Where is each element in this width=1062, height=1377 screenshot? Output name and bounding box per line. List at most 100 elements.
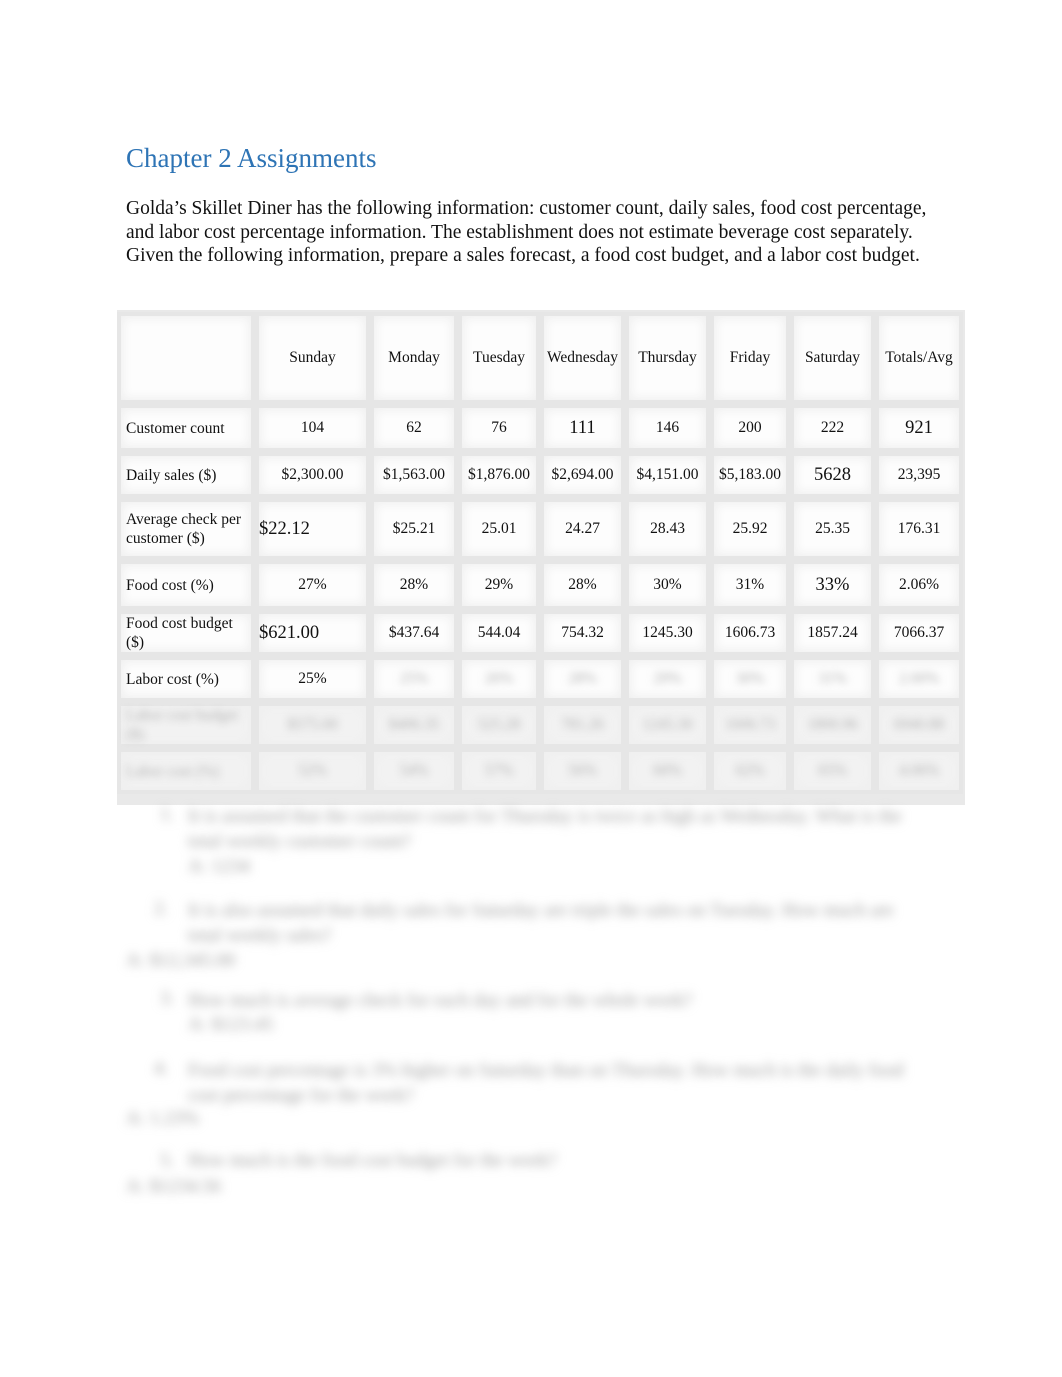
table-cell: $22.12 [255,498,370,560]
blurred-value: 28% [568,670,597,687]
blurred-value: 1606.73 [724,716,776,733]
table-cell: $406.35 [370,702,458,748]
table-cell: 24.27 [540,498,625,560]
row-label: Labor cost (%) [117,748,255,794]
question-text: It is assumed that the customer count fo… [188,806,902,852]
table-cell: 921 [875,404,963,452]
table-cell: 28% [540,656,625,702]
table-row-average-check: Average check per customer ($) $22.12 $2… [117,498,963,560]
blurred-value: 26% [484,670,514,687]
table-cell: 200 [710,404,790,452]
table-cell: 28% [370,560,458,610]
blurred-value: 29% [653,670,682,687]
row-label: Customer count [117,404,255,452]
table-cell: 31% [790,656,875,702]
question-answer: A: $123.45 [188,1014,274,1035]
question-text: How much is the food cost budget for the… [188,1150,557,1171]
table-cell: $437.64 [370,610,458,656]
header-cell-totals: Totals/Avg [875,312,963,404]
blurred-value: $575.00 [287,716,338,733]
blurred-value: 525.28 [477,716,521,733]
blurred-value: 1800.96 [807,716,858,733]
table-cell: 29% [458,560,540,610]
header-cell-friday: Friday [710,312,790,404]
table-cell: 222 [790,404,875,452]
header-cell-tuesday: Tuesday [458,312,540,404]
table-row-blurred: Labor cost budget ($) $575.00 $406.35 52… [117,702,963,748]
question-number: 5. [160,1150,175,1171]
table-cell: 146 [625,404,710,452]
header-cell-monday: Monday [370,312,458,404]
blurred-value: 56% [568,762,597,779]
table-cell: 1245.30 [625,610,710,656]
blurred-value: $406.35 [388,716,440,733]
table-cell: 111 [540,404,625,452]
header-cell-wednesday: Wednesday [540,312,625,404]
table-cell: $4,151.00 [625,452,710,498]
blurred-value: 6940.88 [893,716,945,733]
table-cell: $2,300.00 [255,452,370,498]
table-cell: $2,694.00 [540,452,625,498]
table-cell: 56% [540,748,625,794]
table-cell: $5,183.00 [710,452,790,498]
table-cell: 28% [540,560,625,610]
table-cell: 1857.24 [790,610,875,656]
table-cell: 25.35 [790,498,875,560]
budget-table: Sunday Monday Tuesday Wednesday Thursday… [117,312,963,794]
table-cell: 5628 [790,452,875,498]
question-text: Food cost percentage is 3% higher on Sat… [188,1060,904,1106]
table-header-row: Sunday Monday Tuesday Wednesday Thursday… [117,312,963,404]
table-cell: 754.32 [540,610,625,656]
table-cell: 25.92 [710,498,790,560]
blurred-value: 30% [735,670,765,687]
blurred-value: 65% [818,762,847,779]
table-cell: $1,876.00 [458,452,540,498]
table-cell: 52% [255,748,370,794]
blurred-value: 31% [818,670,847,687]
table-row-daily-sales: Daily sales ($) $2,300.00 $1,563.00 $1,8… [117,452,963,498]
table-cell: 1800.96 [790,702,875,748]
table-cell: 65% [790,748,875,794]
row-label: Food cost budget ($) [117,610,255,656]
table-cell: 30% [710,656,790,702]
table-cell: 25% [370,656,458,702]
blurred-value: 4.06% [898,762,940,779]
header-cell [117,312,255,404]
table-cell: 30% [625,560,710,610]
table-cell: 31% [710,560,790,610]
table-cell: $575.00 [255,702,370,748]
table-cell: 6940.88 [875,702,963,748]
table-cell: 62% [710,748,790,794]
blurred-value: 62% [735,762,765,779]
table-cell: 1245.30 [625,702,710,748]
table-cell: 2.00% [875,656,963,702]
table-cell: 54% [370,748,458,794]
intro-paragraph: Golda’s Skillet Diner has the following … [126,198,927,266]
table-row-labor-cost-percent: Labor cost (%) 25% 25% 26% 28% 29% 30% 3… [117,656,963,702]
row-label: Labor cost budget ($) [117,702,255,748]
question-number: 3. [160,988,175,1009]
blurred-label: Labor cost (%) [126,762,219,780]
table-cell: 781.26 [540,702,625,748]
table-cell: 76 [458,404,540,452]
header-cell-saturday: Saturday [790,312,875,404]
table-cell: 60% [625,748,710,794]
question-answer: A: $12,345.00 [126,950,236,971]
table-cell: 23,395 [875,452,963,498]
table-cell: 2.06% [875,560,963,610]
table-cell: 7066.37 [875,610,963,656]
table-cell: 62 [370,404,458,452]
table-cell: 525.28 [458,702,540,748]
question-answer: A: $1234.56 [126,1176,221,1197]
table-row-customer-count: Customer count 104 62 76 111 146 200 222… [117,404,963,452]
blurred-value: 781.26 [561,716,604,733]
table-cell: 4.06% [875,748,963,794]
page-title: Chapter 2 Assignments [126,143,377,173]
table-cell: 25.01 [458,498,540,560]
table-cell: $25.21 [370,498,458,560]
table-cell: 104 [255,404,370,452]
table-cell: 176.31 [875,498,963,560]
header-cell-thursday: Thursday [625,312,710,404]
table-cell: 25% [255,656,370,702]
blurred-value: 25% [399,670,429,687]
